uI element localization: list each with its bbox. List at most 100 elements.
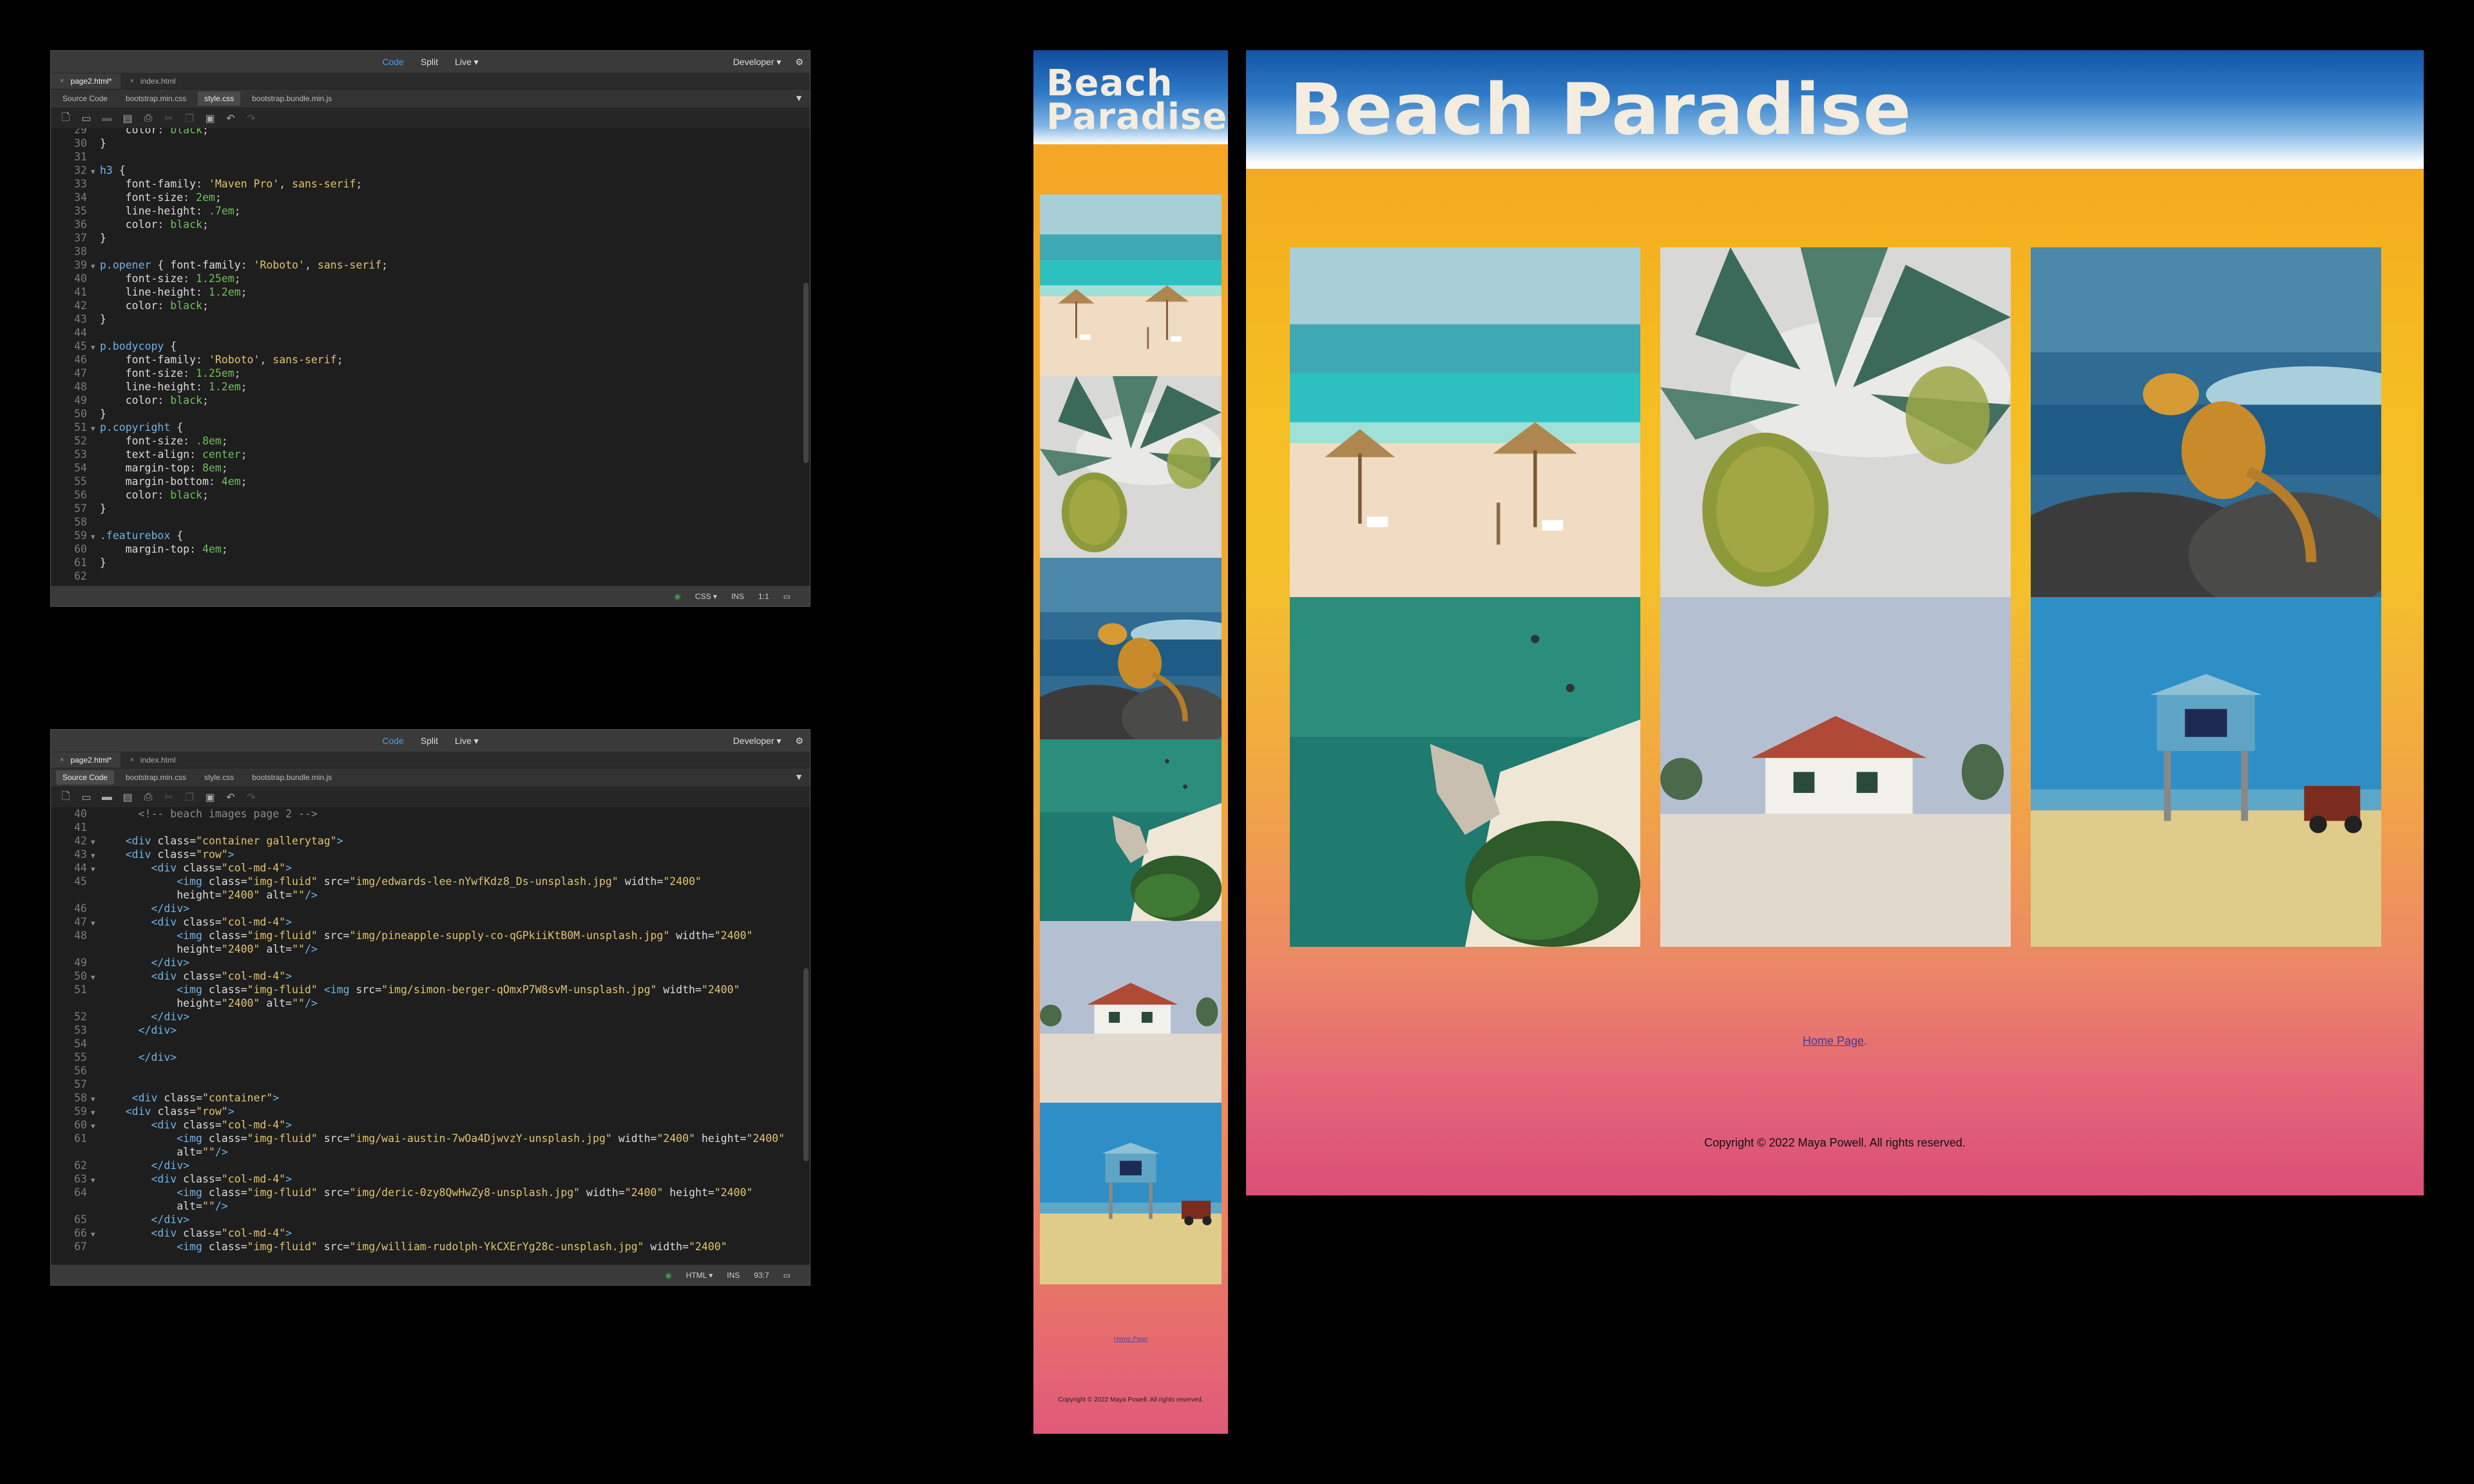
save-icon[interactable]: ▬ — [101, 792, 113, 803]
live-view-label: Live — [455, 56, 472, 67]
editor-toolbar: Code Split Live ▾ Developer ▾ ⚙ — [51, 730, 810, 752]
site-title-line-2: Paradise — [1046, 96, 1228, 138]
beach-umbrellas-image — [1290, 247, 1640, 597]
related-bootstrap-js[interactable]: bootstrap.bundle.min.js — [245, 770, 338, 785]
print-icon[interactable]: ⎙ — [142, 792, 154, 803]
related-bootstrap-css[interactable]: bootstrap.min.css — [119, 770, 193, 785]
workspace-selector[interactable]: Developer ▾ — [733, 57, 782, 68]
beach-house-image — [1040, 921, 1222, 1103]
live-view-label: Live — [455, 735, 472, 746]
related-style-css[interactable]: style.css — [198, 770, 240, 785]
vertical-scrollbar[interactable] — [803, 283, 809, 463]
copyright-text: Copyright © 2022 Maya Powell. All rights… — [1704, 1136, 1966, 1149]
vertical-scrollbar[interactable] — [803, 968, 809, 1161]
tab-index[interactable]: × index.html — [120, 73, 184, 89]
save-icon[interactable]: ▬ — [101, 113, 113, 124]
aerial-coast-image — [1040, 739, 1222, 921]
related-source-code[interactable]: Source Code — [56, 91, 114, 106]
beach-umbrellas-image — [1040, 195, 1222, 376]
code-toolbar: 🗋 ▭ ▬ ▤ ⎙ ✂ ❐ ▣ ↶ ↷ — [51, 787, 810, 808]
aerial-coast-image — [1290, 597, 1640, 947]
tab-page2[interactable]: × page2.html* — [51, 73, 121, 89]
close-icon[interactable]: × — [60, 77, 64, 85]
split-view-button[interactable]: Split — [421, 57, 438, 67]
paste-icon[interactable]: ▣ — [204, 791, 216, 804]
undo-icon[interactable]: ↶ — [225, 791, 236, 804]
tab-label: page2.html* — [70, 756, 112, 765]
file-tabs: × page2.html* × index.html — [51, 752, 810, 768]
cut-icon[interactable]: ✂ — [163, 791, 175, 804]
save-all-icon[interactable]: ▤ — [122, 112, 133, 125]
workspace-label: Developer — [733, 735, 774, 746]
filter-icon[interactable]: ▼ — [794, 772, 803, 782]
css-editor-window: Code Split Live ▾ Developer ▾ ⚙ × page2.h… — [50, 50, 810, 607]
copy-icon[interactable]: ❐ — [184, 791, 195, 804]
split-view-button[interactable]: Split — [421, 736, 438, 746]
iguana-image — [1040, 558, 1222, 739]
desktop-preview: Beach Paradise Home Page. Copyright © 20… — [1246, 50, 2424, 1195]
close-icon[interactable]: × — [129, 77, 133, 85]
file-tabs: × page2.html* × index.html — [51, 73, 810, 90]
code-view-button[interactable]: Code — [382, 57, 403, 67]
gear-icon[interactable]: ⚙ — [795, 57, 803, 68]
related-bootstrap-css[interactable]: bootstrap.min.css — [119, 91, 193, 106]
language-label: CSS — [695, 591, 711, 601]
html-code-area[interactable]: 40 <!-- beach images page 2 --> 41 42 ▼ <… — [51, 807, 810, 1264]
cursor-position: 1:1 — [758, 591, 769, 601]
save-all-icon[interactable]: ▤ — [122, 791, 133, 804]
mobile-preview: Beach Paradise Home Page Copyright © 202… — [1033, 50, 1228, 1434]
lifeguard-tower-image — [2031, 597, 2381, 947]
filter-icon[interactable]: ▼ — [794, 93, 803, 103]
redo-icon[interactable]: ↷ — [245, 112, 257, 125]
window-size-icon[interactable]: ▭ — [783, 1271, 791, 1280]
tab-page2[interactable]: × page2.html* — [51, 752, 121, 768]
copyright-text: Copyright © 2022 Maya Powell. All rights… — [1058, 1396, 1203, 1403]
related-style-css[interactable]: style.css — [198, 91, 241, 106]
language-selector[interactable]: HTML ▾ — [686, 1271, 713, 1280]
code-view-button[interactable]: Code — [382, 736, 403, 746]
close-icon[interactable]: × — [60, 756, 64, 764]
open-file-icon[interactable]: ▭ — [81, 791, 92, 804]
workspace-label: Developer — [733, 56, 774, 67]
no-errors-icon[interactable]: ◉ — [665, 1271, 671, 1280]
live-view-button[interactable]: Live ▾ — [455, 57, 479, 68]
html-editor-window: Code Split Live ▾ Developer ▾ ⚙ × page2.h… — [50, 729, 810, 1286]
site-header: Beach Paradise — [1033, 50, 1228, 144]
tab-label: page2.html* — [70, 77, 112, 86]
home-link-suffix: . — [1864, 1034, 1868, 1047]
open-file-icon[interactable]: ▭ — [81, 112, 92, 125]
tab-label: index.html — [140, 756, 176, 765]
related-files-bar: Source Code bootstrap.min.css style.css … — [51, 768, 810, 787]
print-icon[interactable]: ⎙ — [142, 113, 154, 124]
related-source-code[interactable]: Source Code — [56, 770, 115, 785]
new-file-icon[interactable]: 🗋 — [60, 110, 72, 128]
insert-mode: INS — [727, 1270, 740, 1280]
related-bootstrap-js[interactable]: bootstrap.bundle.min.js — [245, 91, 338, 106]
site-title: Beach Paradise — [1290, 68, 1912, 151]
css-code-area[interactable]: 29 color: black; 30} 31 32 ▼ h3 { 33 font-… — [51, 128, 810, 585]
related-files-bar: Source Code bootstrap.min.css style.css … — [51, 90, 810, 108]
cut-icon[interactable]: ✂ — [163, 112, 175, 125]
no-errors-icon[interactable]: ◉ — [674, 592, 680, 601]
undo-icon[interactable]: ↶ — [225, 112, 236, 125]
live-view-button[interactable]: Live ▾ — [455, 736, 479, 747]
language-selector[interactable]: CSS ▾ — [695, 592, 717, 601]
tab-label: index.html — [140, 77, 176, 86]
close-icon[interactable]: × — [129, 756, 133, 764]
home-page-link[interactable]: Home Page — [1033, 1336, 1228, 1343]
code-toolbar: 🗋 ▭ ▬ ▤ ⎙ ✂ ❐ ▣ ↶ ↷ — [51, 108, 810, 129]
gear-icon[interactable]: ⚙ — [795, 736, 803, 747]
iguana-image — [2031, 247, 2381, 597]
status-bar: ◉ HTML ▾ INS 93:7 ▭ — [51, 1264, 810, 1285]
redo-icon[interactable]: ↷ — [245, 791, 257, 804]
new-file-icon[interactable]: 🗋 — [60, 789, 72, 806]
tab-index[interactable]: × index.html — [120, 752, 184, 768]
language-label: HTML — [686, 1270, 707, 1280]
cursor-position: 93:7 — [754, 1270, 769, 1280]
copy-icon[interactable]: ❐ — [184, 112, 195, 125]
home-page-link[interactable]: Home Page — [1803, 1034, 1864, 1047]
paste-icon[interactable]: ▣ — [204, 112, 216, 125]
workspace-selector[interactable]: Developer ▾ — [733, 736, 782, 747]
window-size-icon[interactable]: ▭ — [783, 592, 791, 601]
gallery — [1290, 247, 2381, 947]
